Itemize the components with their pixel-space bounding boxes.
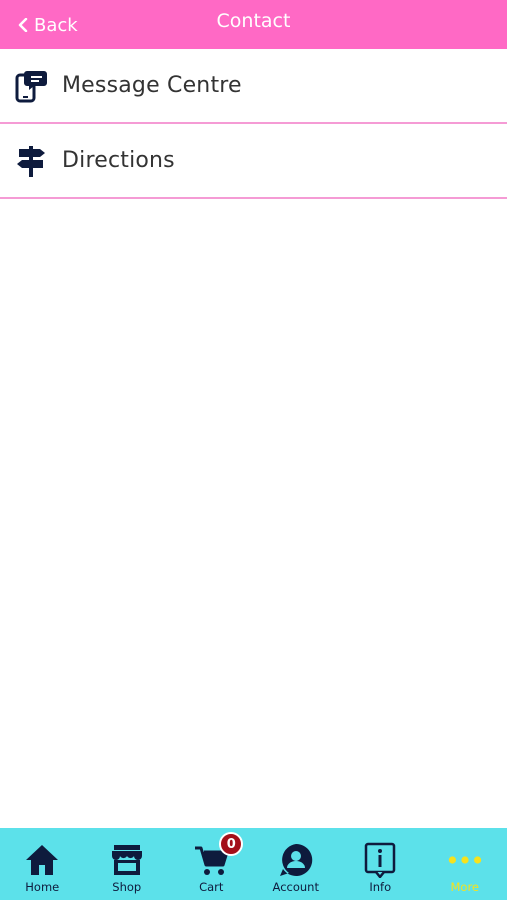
cart-count-badge: 0 <box>219 832 244 856</box>
tab-label: Shop <box>112 880 142 894</box>
home-icon <box>24 842 60 878</box>
message-phone-icon <box>14 69 48 103</box>
info-icon <box>362 842 398 878</box>
tab-label: Info <box>369 880 392 894</box>
more-icon <box>447 842 483 878</box>
shop-icon <box>109 842 145 878</box>
list-item-directions[interactable]: Directions <box>0 124 507 199</box>
list-item-message-centre[interactable]: Message Centre <box>0 49 507 124</box>
account-icon <box>278 842 314 878</box>
bottom-tab-bar: Home Shop 0 Cart Account Info More <box>0 828 507 900</box>
tab-info[interactable]: Info <box>338 828 423 900</box>
tab-label: Home <box>25 880 60 894</box>
page-title: Contact <box>216 10 291 32</box>
list-item-label: Message Centre <box>62 73 242 98</box>
tab-home[interactable]: Home <box>0 828 85 900</box>
tab-label: More <box>450 880 479 894</box>
list-item-label: Directions <box>62 148 175 173</box>
app-header: Back Contact <box>0 0 507 49</box>
tab-label: Cart <box>199 880 224 894</box>
tab-account[interactable]: Account <box>254 828 339 900</box>
contact-list: Message Centre Directions <box>0 49 507 199</box>
tab-label: Account <box>272 880 319 894</box>
signpost-icon <box>14 144 48 178</box>
tab-more[interactable]: More <box>423 828 507 900</box>
tab-cart[interactable]: 0 Cart <box>169 828 254 900</box>
tab-shop[interactable]: Shop <box>85 828 170 900</box>
